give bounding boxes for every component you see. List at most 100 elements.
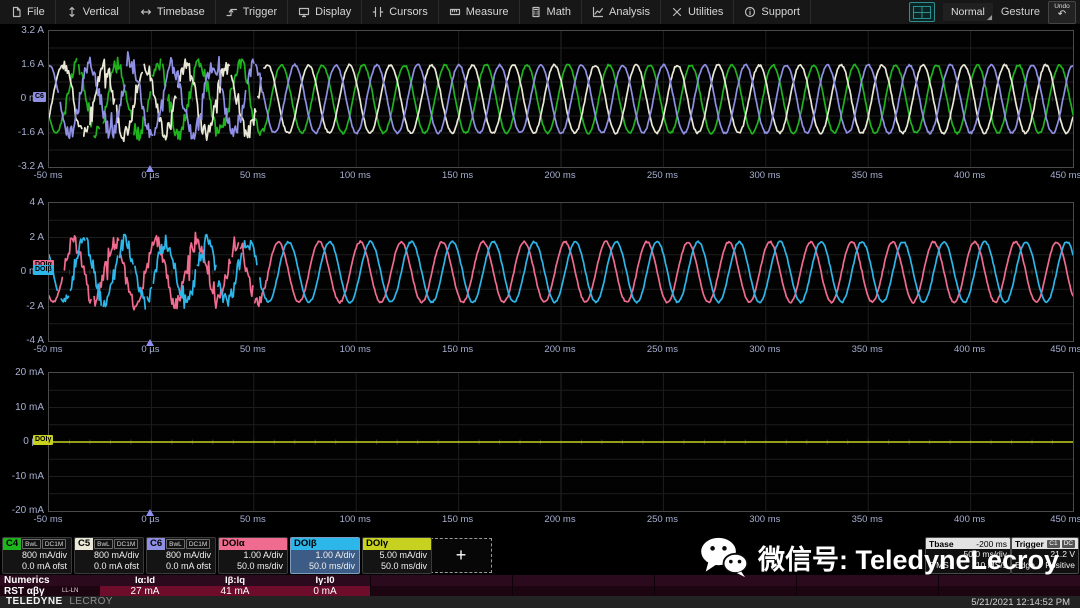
- menu-math[interactable]: Math: [520, 0, 582, 24]
- undo-button[interactable]: Undo ↶: [1048, 1, 1076, 24]
- x-tick-label: 250 ms: [647, 344, 678, 355]
- channel-header: DOIα: [219, 538, 287, 550]
- menu-bar: FileVerticalTimebase Trigger Display Cursor…: [0, 0, 1080, 25]
- menu-analysis[interactable]: Analysis: [582, 0, 661, 24]
- menu-trigger[interactable]: Trigger: [216, 0, 288, 24]
- grid-1-phase-currents[interactable]: [48, 30, 1074, 168]
- channel-name: DOIα: [219, 538, 287, 550]
- menu-label: Math: [547, 6, 571, 18]
- channel-header: DOIγ: [363, 538, 431, 550]
- menu-timebase[interactable]: Timebase: [130, 0, 216, 24]
- channel-header: C4BwLDC1M: [3, 538, 71, 550]
- status-bar: TELEDYNE LECROY 5/21/2021 12:14:52 PM: [0, 596, 1080, 608]
- numerics-separator: [512, 575, 513, 597]
- menu-measure[interactable]: Measure: [439, 0, 520, 24]
- y-tick-label: 3.2 A: [0, 25, 44, 36]
- brand-logo: TELEDYNE LECROY: [0, 596, 113, 608]
- x-tick-label: 400 ms: [954, 514, 985, 525]
- trigger-icon: [226, 6, 238, 18]
- channel-header: C6BwLDC1M: [147, 538, 215, 550]
- channel-badge-DOIγ[interactable]: DOIγ: [33, 435, 53, 445]
- display-icon: [298, 6, 310, 18]
- utilities-icon: [671, 6, 683, 18]
- menu-vertical[interactable]: Vertical: [56, 0, 130, 24]
- trigger-position-marker[interactable]: [146, 165, 154, 172]
- x-tick-label: 400 ms: [954, 344, 985, 355]
- channel-scale: 1.00 A/div: [219, 550, 287, 561]
- menu-label: Display: [315, 6, 351, 18]
- add-trace-button[interactable]: +: [430, 538, 492, 573]
- y-tick-label: 20 mA: [0, 367, 44, 378]
- menu-label: Support: [761, 6, 800, 18]
- grid-layout-button[interactable]: [909, 2, 935, 22]
- x-tick-label: 450 ms: [1050, 170, 1080, 181]
- channel-offset: 50.0 ms/div: [291, 561, 359, 572]
- channel-name: C6: [147, 538, 165, 550]
- grid-layout-icon: [913, 6, 931, 19]
- channel-descriptor-DOIβ[interactable]: DOIβ1.00 A/div50.0 ms/div: [290, 537, 360, 574]
- channel-badge-DOIβ[interactable]: DOIβ: [33, 265, 54, 275]
- numerics-col-header: Iβ:Iq: [190, 575, 280, 586]
- x-tick-label: 50 ms: [240, 514, 266, 525]
- channel-name: C4: [3, 538, 21, 550]
- x-tick-label: 250 ms: [647, 514, 678, 525]
- numerics-separator: [370, 575, 371, 597]
- x-tick-label: 350 ms: [852, 514, 883, 525]
- menu-label: Cursors: [389, 6, 428, 18]
- channel-scale: 5.00 mA/div: [363, 550, 431, 561]
- math-icon: [530, 6, 542, 18]
- display-mode-dropdown[interactable]: Normal: [943, 3, 993, 21]
- menu-label: Trigger: [243, 6, 277, 18]
- numerics-col-header: Iα:Id: [100, 575, 190, 586]
- brand-secondary: LECROY: [69, 596, 113, 607]
- numerics-title: Numerics: [4, 575, 50, 586]
- trigger-position-marker[interactable]: [146, 509, 154, 516]
- menu-display[interactable]: Display: [288, 0, 362, 24]
- trigger-position-marker[interactable]: [146, 339, 154, 346]
- menu-support[interactable]: Support: [734, 0, 811, 24]
- x-tick-label: 350 ms: [852, 170, 883, 181]
- x-axis-labels: -50 ms0 µs50 ms100 ms150 ms200 ms250 ms3…: [0, 170, 1080, 182]
- channel-descriptor-C5[interactable]: C5BwLDC1M800 mA/div0.0 mA ofst: [74, 537, 144, 574]
- x-tick-label: 100 ms: [340, 344, 371, 355]
- undo-arrow-icon: ↶: [1058, 10, 1066, 20]
- x-tick-label: 450 ms: [1050, 344, 1080, 355]
- channel-descriptor-C4[interactable]: C4BwLDC1M800 mA/div0.0 mA ofst: [2, 537, 72, 574]
- channel-badge-dc1m: DC1M: [114, 539, 138, 549]
- channel-offset: 0.0 mA ofst: [75, 561, 143, 572]
- file-icon: [10, 6, 22, 18]
- menu-utilities[interactable]: Utilities: [661, 0, 734, 24]
- channel-badge-C6[interactable]: C6: [33, 92, 46, 102]
- x-tick-label: 300 ms: [749, 170, 780, 181]
- numerics-row-sublabel: LL-LN: [62, 587, 78, 596]
- channel-badge-dc1m: DC1M: [186, 539, 210, 549]
- x-tick-label: 200 ms: [544, 170, 575, 181]
- menu-file[interactable]: File: [0, 0, 56, 24]
- menu-cursors[interactable]: Cursors: [362, 0, 439, 24]
- menu-label: Analysis: [609, 6, 650, 18]
- channel-offset: 50.0 ms/div: [363, 561, 431, 572]
- y-tick-label: -1.6 A: [0, 127, 44, 138]
- channel-offset: 50.0 ms/div: [219, 561, 287, 572]
- x-tick-label: 100 ms: [340, 514, 371, 525]
- wechat-icon: [700, 536, 748, 578]
- channel-scale: 800 mA/div: [147, 550, 215, 561]
- grid-3-gamma-current[interactable]: [48, 372, 1074, 512]
- channel-descriptor-DOIγ[interactable]: DOIγ5.00 mA/div50.0 ms/div: [362, 537, 432, 574]
- menu-label: Utilities: [688, 6, 723, 18]
- grid-3-gamma-current-waveforms: [49, 373, 1073, 511]
- oscilloscope-app: FileVerticalTimebase Trigger Display Cursor…: [0, 0, 1080, 608]
- channel-header: C5BwLDC1M: [75, 538, 143, 550]
- channel-badge-bwl: BwL: [166, 539, 185, 549]
- add-trace-label: +: [456, 545, 467, 566]
- grid-2-alpha-beta-currents[interactable]: [48, 202, 1074, 342]
- x-tick-label: 350 ms: [852, 344, 883, 355]
- channel-header: DOIβ: [291, 538, 359, 550]
- grid-1-phase-currents-waveforms: [49, 31, 1073, 167]
- channel-descriptor-DOIα[interactable]: DOIα1.00 A/div50.0 ms/div: [218, 537, 288, 574]
- x-tick-label: 150 ms: [442, 344, 473, 355]
- analysis-icon: [592, 6, 604, 18]
- channel-name: DOIγ: [363, 538, 431, 550]
- channel-descriptor-C6[interactable]: C6BwLDC1M800 mA/div0.0 mA ofst: [146, 537, 216, 574]
- x-tick-label: 450 ms: [1050, 514, 1080, 525]
